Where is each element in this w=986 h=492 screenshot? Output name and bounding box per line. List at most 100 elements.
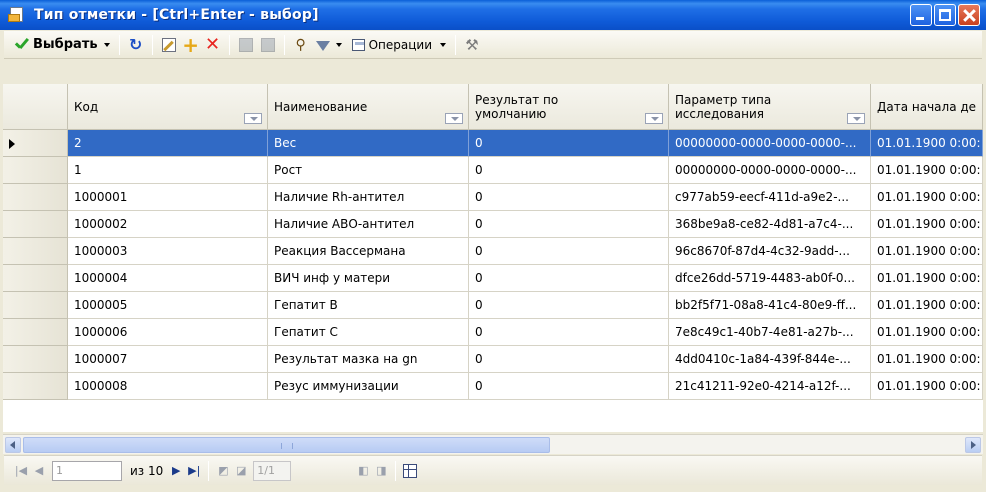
cell-start[interactable]: 01.01.1900 0:00: xyxy=(871,319,983,346)
column-filter-icon[interactable] xyxy=(645,113,663,124)
row-selector[interactable] xyxy=(3,319,68,346)
add-icon[interactable]: + xyxy=(180,34,202,56)
delete-icon[interactable]: ✕ xyxy=(202,34,224,56)
filter-icon[interactable] xyxy=(312,34,334,56)
cell-start[interactable]: 01.01.1900 0:00: xyxy=(871,346,983,373)
cell-default[interactable]: 0 xyxy=(469,211,669,238)
cell-default[interactable]: 0 xyxy=(469,373,669,400)
cell-code[interactable]: 1000007 xyxy=(68,346,268,373)
table-row[interactable]: 1000004 ВИЧ инф у матери 0 dfce26dd-5719-44… xyxy=(3,265,983,292)
refresh-icon[interactable]: ↻ xyxy=(125,34,147,56)
page-forward-icon[interactable]: ◨ xyxy=(372,462,390,480)
cell-start[interactable]: 01.01.1900 0:00: xyxy=(871,157,983,184)
horizontal-scrollbar[interactable] xyxy=(3,434,983,454)
cell-code[interactable]: 1000003 xyxy=(68,238,268,265)
cell-default[interactable]: 0 xyxy=(469,238,669,265)
cell-start[interactable]: 01.01.1900 0:00: xyxy=(871,265,983,292)
row-selector[interactable] xyxy=(3,292,68,319)
scrollbar-thumb[interactable] xyxy=(23,437,550,453)
cell-code[interactable]: 1000006 xyxy=(68,319,268,346)
table-row[interactable]: 1000003 Реакция Вассермана 0 96c8670f-87d4-… xyxy=(3,238,983,265)
tools-icon[interactable]: ⚒ xyxy=(461,34,483,56)
cell-code[interactable]: 1000001 xyxy=(68,184,268,211)
cell-code[interactable]: 1000004 xyxy=(68,265,268,292)
cell-name[interactable]: Результат мазка на gn xyxy=(268,346,469,373)
cell-name[interactable]: Наличие Rh-антител xyxy=(268,184,469,211)
column-header-default[interactable]: Результат по умолчанию xyxy=(469,84,669,130)
cell-name[interactable]: Наличие АВО-антител xyxy=(268,211,469,238)
maximize-button[interactable] xyxy=(934,4,956,26)
previous-page-icon[interactable]: ◩ xyxy=(214,462,232,480)
table-row[interactable]: 1000008 Резус иммунизации 0 21c41211-92e0-4… xyxy=(3,373,983,400)
previous-record-icon[interactable]: ◀ xyxy=(30,462,48,480)
table-row[interactable]: 1000005 Гепатит В 0 bb2f5f71-08a8-41c4-80e9… xyxy=(3,292,983,319)
table-row[interactable]: 1000007 Результат мазка на gn 0 4dd0410c-1a… xyxy=(3,346,983,373)
column-header-code[interactable]: Код xyxy=(68,84,268,130)
cell-start[interactable]: 01.01.1900 0:00: xyxy=(871,184,983,211)
column-filter-icon[interactable] xyxy=(244,113,262,124)
row-selector[interactable] xyxy=(3,238,68,265)
page-back-icon[interactable]: ◧ xyxy=(354,462,372,480)
cell-name[interactable]: Гепатит В xyxy=(268,292,469,319)
column-header-name[interactable]: Наименование xyxy=(268,84,469,130)
grid-view-icon[interactable] xyxy=(401,462,419,480)
cell-code[interactable]: 1000002 xyxy=(68,211,268,238)
cell-code[interactable]: 1 xyxy=(68,157,268,184)
cell-param[interactable]: 7e8c49c1-40b7-4e81-a27b-... xyxy=(669,319,871,346)
title-bar[interactable]: Тип отметки - [Ctrl+Enter - выбор] xyxy=(0,0,986,30)
chevron-down-icon[interactable] xyxy=(103,42,110,47)
column-filter-icon[interactable] xyxy=(847,113,865,124)
cell-param[interactable]: 96c8670f-87d4-4c32-9add-... xyxy=(669,238,871,265)
table-row[interactable]: 1000001 Наличие Rh-антител 0 c977ab59-eecf-… xyxy=(3,184,983,211)
edit-icon[interactable] xyxy=(158,34,180,56)
table-row[interactable]: 2 Вес 0 00000000-0000-0000-0000-... 01.01.19… xyxy=(3,130,983,157)
cell-default[interactable]: 0 xyxy=(469,157,669,184)
select-button[interactable]: Выбрать xyxy=(10,34,114,56)
record-position-input[interactable]: 1 xyxy=(52,460,122,481)
scroll-right-button[interactable] xyxy=(965,437,981,453)
row-selector[interactable] xyxy=(3,265,68,292)
cell-name[interactable]: ВИЧ инф у матери xyxy=(268,265,469,292)
close-button[interactable] xyxy=(958,4,980,26)
scroll-left-button[interactable] xyxy=(5,437,21,453)
table-row[interactable]: 1000006 Гепатит С 0 7e8c49c1-40b7-4e81-a27b… xyxy=(3,319,983,346)
cell-param[interactable]: 00000000-0000-0000-0000-... xyxy=(669,157,871,184)
find-icon[interactable]: ⚲ xyxy=(290,34,312,56)
column-filter-icon[interactable] xyxy=(445,113,463,124)
cell-start[interactable]: 01.01.1900 0:00: xyxy=(871,373,983,400)
cell-default[interactable]: 0 xyxy=(469,265,669,292)
next-page-icon[interactable]: ◪ xyxy=(232,462,250,480)
save-all-icon[interactable] xyxy=(257,34,279,56)
cell-param[interactable]: c977ab59-eecf-411d-a9e2-... xyxy=(669,184,871,211)
row-selector[interactable] xyxy=(3,211,68,238)
filter-dropdown-icon[interactable] xyxy=(335,42,342,47)
cell-code[interactable]: 2 xyxy=(68,130,268,157)
operations-button[interactable]: Операции xyxy=(348,38,450,52)
cell-param[interactable]: bb2f5f71-08a8-41c4-80e9-ff... xyxy=(669,292,871,319)
cell-name[interactable]: Рост xyxy=(268,157,469,184)
cell-name[interactable]: Резус иммунизации xyxy=(268,373,469,400)
table-row[interactable]: 1000002 Наличие АВО-антител 0 368be9a8-ce82… xyxy=(3,211,983,238)
row-selector[interactable] xyxy=(3,346,68,373)
cell-code[interactable]: 1000008 xyxy=(68,373,268,400)
minimize-button[interactable] xyxy=(910,4,932,26)
cell-default[interactable]: 0 xyxy=(469,346,669,373)
row-selector[interactable] xyxy=(3,157,68,184)
cell-start[interactable]: 01.01.1900 0:00: xyxy=(871,238,983,265)
column-header-param[interactable]: Параметр типа исследования xyxy=(669,84,871,130)
first-record-icon[interactable]: |◀ xyxy=(12,462,30,480)
cell-default[interactable]: 0 xyxy=(469,130,669,157)
cell-default[interactable]: 0 xyxy=(469,184,669,211)
table-row[interactable]: 1 Рост 0 00000000-0000-0000-0000-... 01.01.1… xyxy=(3,157,983,184)
row-selector[interactable] xyxy=(3,130,68,157)
cell-param[interactable]: 368be9a8-ce82-4d81-a7c4-... xyxy=(669,211,871,238)
save-icon[interactable] xyxy=(235,34,257,56)
cell-default[interactable]: 0 xyxy=(469,319,669,346)
cell-param[interactable]: 4dd0410c-1a84-439f-844e-... xyxy=(669,346,871,373)
page-input[interactable]: 1/1 xyxy=(253,460,292,481)
cell-param[interactable]: dfce26dd-5719-4483-ab0f-0... xyxy=(669,265,871,292)
cell-start[interactable]: 01.01.1900 0:00: xyxy=(871,130,983,157)
row-selector[interactable] xyxy=(3,373,68,400)
cell-name[interactable]: Гепатит С xyxy=(268,319,469,346)
cell-name[interactable]: Вес xyxy=(268,130,469,157)
